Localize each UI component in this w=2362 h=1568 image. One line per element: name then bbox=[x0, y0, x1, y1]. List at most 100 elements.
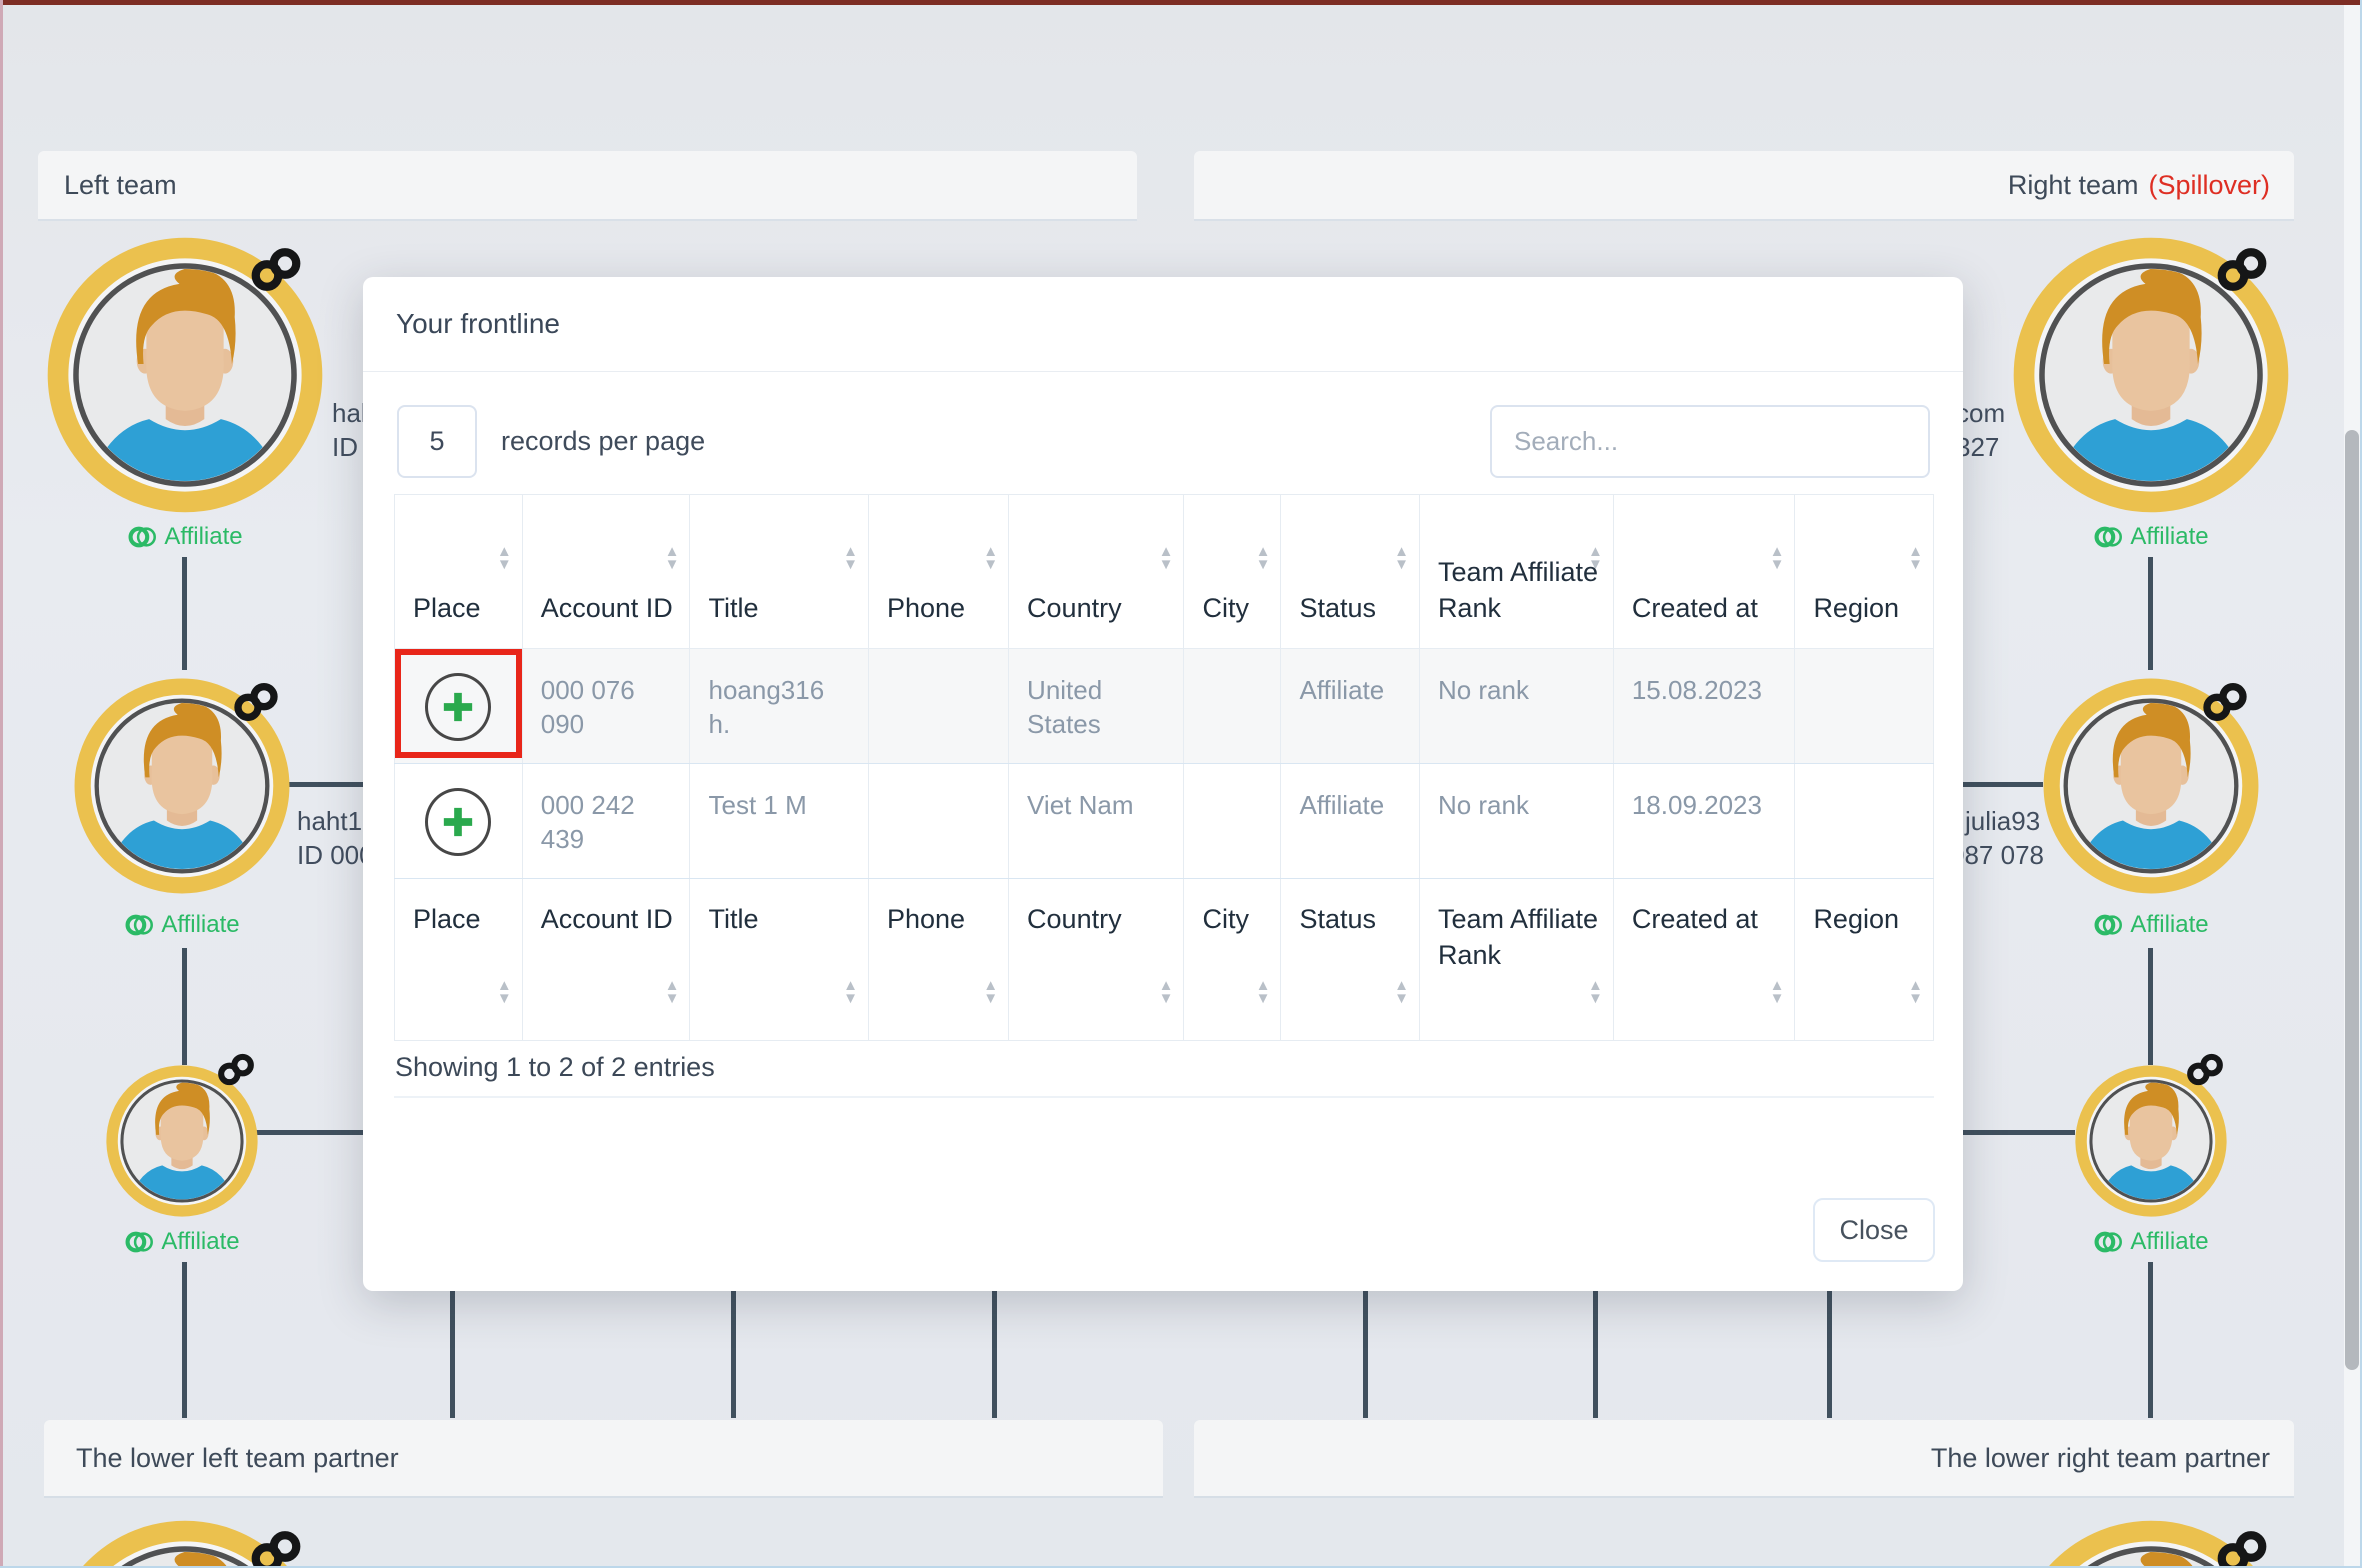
phone-cell bbox=[869, 649, 1009, 764]
column-label: Place bbox=[413, 904, 481, 934]
column-header-account-id[interactable]: Account ID▲▼ bbox=[522, 495, 690, 649]
scrollbar-thumb[interactable] bbox=[2345, 430, 2359, 1370]
plus-icon bbox=[438, 687, 478, 727]
column-label: Title bbox=[708, 593, 758, 623]
page-border-top bbox=[0, 0, 2362, 5]
sort-icon: ▲▼ bbox=[983, 545, 998, 571]
footer-column-team-affiliate-rank[interactable]: Team Affiliate Rank ▲▼ bbox=[1419, 879, 1613, 1041]
place-cell-highlighted bbox=[395, 649, 523, 764]
sort-icon: ▲▼ bbox=[1256, 545, 1271, 571]
status-cell: Affiliate bbox=[1281, 649, 1420, 764]
title-cell: hoang316 h. bbox=[690, 649, 869, 764]
search-input[interactable] bbox=[1490, 405, 1930, 478]
column-label: Account ID bbox=[541, 593, 673, 623]
sort-icon: ▲▼ bbox=[1256, 979, 1271, 1005]
footer-column-phone[interactable]: Phone ▲▼ bbox=[869, 879, 1009, 1041]
column-label: Phone bbox=[887, 593, 965, 623]
table-row: 000 076 090 hoang316 h. United States Af… bbox=[395, 649, 1934, 764]
column-label: Title bbox=[708, 904, 758, 934]
created-at-cell: 15.08.2023 bbox=[1613, 649, 1795, 764]
sort-icon: ▲▼ bbox=[843, 545, 858, 571]
close-button[interactable]: Close bbox=[1813, 1198, 1935, 1262]
created-at-cell: 18.09.2023 bbox=[1613, 764, 1795, 879]
modal-header: Your frontline bbox=[363, 277, 1963, 372]
column-label: City bbox=[1202, 904, 1249, 934]
records-per-page-label: records per page bbox=[501, 405, 705, 478]
column-label: Country bbox=[1027, 904, 1122, 934]
region-cell bbox=[1795, 764, 1934, 879]
sort-icon: ▲▼ bbox=[1394, 979, 1409, 1005]
table-header-row: Place▲▼ Account ID▲▼ Title▲▼ Phone▲▼ Cou… bbox=[395, 495, 1934, 649]
column-label: Status bbox=[1299, 593, 1376, 623]
column-label: Place bbox=[413, 593, 481, 623]
title-cell: Test 1 M bbox=[690, 764, 869, 879]
sort-icon: ▲▼ bbox=[983, 979, 998, 1005]
sort-icon: ▲▼ bbox=[1394, 545, 1409, 571]
country-cell: United States bbox=[1009, 649, 1184, 764]
status-cell: Affiliate bbox=[1281, 764, 1420, 879]
column-header-team-affiliate-rank[interactable]: Team Affiliate Rank▲▼ bbox=[1419, 495, 1613, 649]
column-label: Team Affiliate Rank bbox=[1438, 557, 1598, 623]
footer-column-title[interactable]: Title ▲▼ bbox=[690, 879, 869, 1041]
place-cell bbox=[395, 764, 523, 879]
add-place-button[interactable] bbox=[425, 788, 491, 856]
plus-icon bbox=[438, 802, 478, 842]
footer-column-account-id[interactable]: Account ID ▲▼ bbox=[522, 879, 690, 1041]
sort-icon: ▲▼ bbox=[1588, 545, 1603, 571]
table-footer-row: Place ▲▼ Account ID ▲▼ Title ▲▼ Phone ▲▼ Cou… bbox=[395, 879, 1934, 1041]
sort-icon: ▲▼ bbox=[1588, 979, 1603, 1005]
records-per-page-input[interactable] bbox=[397, 405, 477, 478]
page-canvas: Left team Right team (Spillover) hal ID … bbox=[0, 0, 2362, 1568]
team-affiliate-rank-cell: No rank bbox=[1419, 764, 1613, 879]
page-border-left bbox=[0, 0, 3, 1568]
column-label: Created at bbox=[1632, 904, 1758, 934]
account-id-cell: 000 076 090 bbox=[522, 649, 690, 764]
footer-column-status[interactable]: Status ▲▼ bbox=[1281, 879, 1420, 1041]
sort-icon: ▲▼ bbox=[665, 979, 680, 1005]
column-label: Region bbox=[1813, 593, 1899, 623]
footer-column-place[interactable]: Place ▲▼ bbox=[395, 879, 523, 1041]
column-label: Team Affiliate Rank bbox=[1438, 904, 1598, 970]
column-header-phone[interactable]: Phone ▲▼ bbox=[869, 495, 1009, 649]
city-cell bbox=[1184, 649, 1281, 764]
column-label: City bbox=[1202, 593, 1249, 623]
column-header-region[interactable]: Region ▲▼ bbox=[1795, 495, 1934, 649]
column-label: Country bbox=[1027, 593, 1122, 623]
sort-icon: ▲▼ bbox=[1770, 545, 1785, 571]
team-affiliate-rank-cell: No rank bbox=[1419, 649, 1613, 764]
sort-icon: ▲▼ bbox=[497, 979, 512, 1005]
sort-icon: ▲▼ bbox=[1908, 979, 1923, 1005]
footer-column-region[interactable]: Region ▲▼ bbox=[1795, 879, 1934, 1041]
frontline-modal: Your frontline records per page Place ▲▼ … bbox=[363, 277, 1963, 1291]
add-place-button[interactable] bbox=[425, 673, 491, 741]
sort-icon: ▲▼ bbox=[1908, 545, 1923, 571]
column-label: Status bbox=[1299, 904, 1376, 934]
column-header-status[interactable]: Status ▲▼ bbox=[1281, 495, 1420, 649]
table-row: 000 242 439 Test 1 M Viet Nam Affiliate … bbox=[395, 764, 1934, 879]
column-label: Region bbox=[1813, 904, 1899, 934]
column-header-city[interactable]: City ▲▼ bbox=[1184, 495, 1281, 649]
column-header-country[interactable]: Country ▲▼ bbox=[1009, 495, 1184, 649]
column-label: Phone bbox=[887, 904, 965, 934]
column-header-title[interactable]: Title ▲▼ bbox=[690, 495, 869, 649]
footer-column-created-at[interactable]: Created at▲▼ bbox=[1613, 879, 1795, 1041]
sort-icon: ▲▼ bbox=[843, 979, 858, 1005]
column-header-created-at[interactable]: Created at ▲▼ bbox=[1613, 495, 1795, 649]
footer-column-city[interactable]: City ▲▼ bbox=[1184, 879, 1281, 1041]
entries-summary: Showing 1 to 2 of 2 entries bbox=[395, 1052, 715, 1083]
sort-icon: ▲▼ bbox=[1159, 979, 1174, 1005]
footer-column-country[interactable]: Country ▲▼ bbox=[1009, 879, 1184, 1041]
region-cell bbox=[1795, 649, 1934, 764]
scrollbar[interactable] bbox=[2344, 0, 2360, 1568]
column-header-place[interactable]: Place ▲▼ bbox=[395, 495, 523, 649]
column-label: Created at bbox=[1632, 593, 1758, 623]
phone-cell bbox=[869, 764, 1009, 879]
account-id-cell: 000 242 439 bbox=[522, 764, 690, 879]
sort-icon: ▲▼ bbox=[1159, 545, 1174, 571]
modal-title: Your frontline bbox=[396, 308, 560, 340]
column-label: Account ID bbox=[541, 904, 673, 934]
modal-footer-divider bbox=[394, 1096, 1934, 1098]
sort-icon: ▲▼ bbox=[497, 545, 512, 571]
city-cell bbox=[1184, 764, 1281, 879]
country-cell: Viet Nam bbox=[1009, 764, 1184, 879]
